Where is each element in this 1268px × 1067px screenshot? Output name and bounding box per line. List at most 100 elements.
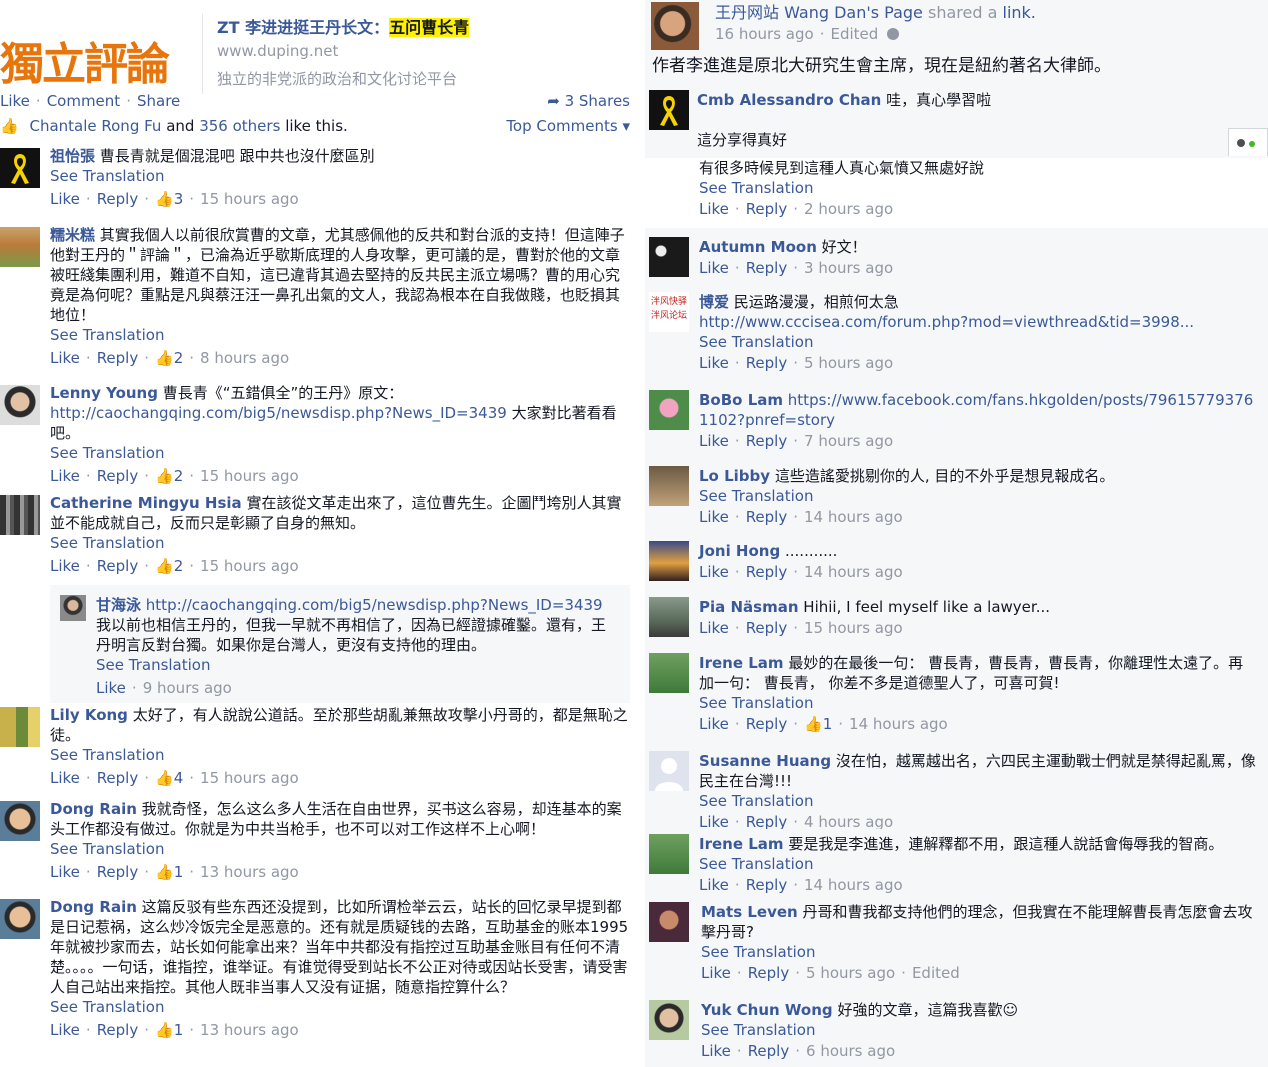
like-link[interactable]: Like [699,813,729,829]
like-link[interactable]: Like [50,1021,80,1039]
reply-link[interactable]: Reply [746,876,788,894]
forum-logo-avatar[interactable]: 泮风快驿 泮风论坛 [649,292,689,332]
like-link[interactable]: Like [50,349,80,367]
portrait-avatar[interactable] [60,595,86,621]
comment-edited[interactable]: Edited [912,964,960,982]
commenter-name[interactable]: Pia Näsman [699,598,799,616]
page-avatar[interactable] [651,2,699,50]
reply-link[interactable]: Reply [97,769,139,787]
commenter-name[interactable]: 祖怡張 [50,147,95,165]
post-comment-link[interactable]: Comment [47,92,121,110]
post-share-link[interactable]: Share [137,92,180,110]
lotus-flower-avatar[interactable] [649,390,689,430]
statue-avatar[interactable] [649,466,689,506]
commenter-name[interactable]: Autumn Moon [699,238,817,256]
portrait-avatar[interactable] [649,902,689,942]
reply-link[interactable]: Reply [97,467,139,485]
portrait-avatar[interactable] [0,899,40,939]
see-translation-link[interactable]: See Translation [96,655,620,675]
book-cover-avatar[interactable] [0,707,40,747]
see-translation-link[interactable]: See Translation [699,486,1258,506]
reply-link[interactable]: Reply [97,863,139,881]
comment-time[interactable]: 8 hours ago [200,349,289,367]
comment-time[interactable]: 7 hours ago [804,432,893,450]
like-link[interactable]: Like [701,1042,731,1060]
liker-name-link[interactable]: Chantale Rong Fu [29,117,161,135]
like-link[interactable]: Like [699,715,729,733]
see-translation-link[interactable]: See Translation [50,166,632,186]
commenter-name[interactable]: Dong Rain [50,898,137,916]
comment-time[interactable]: 15 hours ago [804,619,903,637]
comment-time[interactable]: 4 hours ago [804,813,893,829]
like-link[interactable]: Like [50,467,80,485]
comment-time[interactable]: 6 hours ago [806,1042,895,1060]
reply-link[interactable]: Reply [746,259,788,277]
see-translation-link[interactable]: See Translation [701,942,1258,962]
page-name-link[interactable]: 王丹网站 Wang Dan's Page [715,3,923,22]
like-link[interactable]: Like [50,190,80,208]
comment-time[interactable]: 13 hours ago [200,1021,299,1039]
default-user-avatar[interactable] [649,751,689,791]
like-count[interactable]: 👍3 [155,190,183,208]
like-link[interactable]: Like [699,200,729,218]
night-moon-avatar[interactable] [649,237,689,277]
comment-time[interactable]: 14 hours ago [804,876,903,894]
like-link[interactable]: Like [699,876,729,894]
commenter-name[interactable]: 甘海泳 [96,596,141,614]
commenter-name[interactable]: Cmb Alessandro Chan [697,91,881,109]
see-translation-link[interactable]: See Translation [50,443,632,463]
comment-time[interactable]: 3 hours ago [804,259,893,277]
likes-others-link[interactable]: 356 others [199,117,280,135]
like-link[interactable]: Like [699,354,729,372]
comment-time[interactable]: 14 hours ago [804,508,903,526]
landscape-avatar[interactable] [649,597,689,637]
like-link[interactable]: Like [699,432,729,450]
commenter-name[interactable]: Susanne Huang [699,752,831,770]
like-link[interactable]: Like [701,964,731,982]
like-link[interactable]: Like [96,679,126,697]
reply-link[interactable]: Reply [748,964,790,982]
comment-time[interactable]: 5 hours ago [806,964,895,982]
reply-link[interactable]: Reply [746,432,788,450]
article-preview[interactable]: ZT 李进进挺王丹长文：五问曹长青 www.duping.net 独立的非党派的… [202,14,640,94]
top-comments-dropdown[interactable]: Top Comments ▾ [506,115,630,137]
reply-link[interactable]: Reply [97,190,139,208]
article-logo[interactable]: 獨立評論 [0,36,195,94]
comment-time[interactable]: 15 hours ago [200,467,299,485]
like-link[interactable]: Like [50,769,80,787]
comment-time[interactable]: 14 hours ago [804,563,903,581]
reply-link[interactable]: Reply [748,1042,790,1060]
commenter-name[interactable]: Lily Kong [50,706,128,724]
reply-link[interactable]: Reply [746,619,788,637]
reply-link[interactable]: Reply [97,349,139,367]
like-link[interactable]: Like [50,557,80,575]
post-like-link[interactable]: Like [0,92,30,110]
commenter-name[interactable]: Dong Rain [50,800,137,818]
shared-link[interactable]: link. [1003,3,1036,22]
like-count[interactable]: 👍2 [155,467,183,485]
commenter-name[interactable]: BoBo Lam [699,391,783,409]
see-translation-link[interactable]: See Translation [50,533,632,553]
yellow-ribbon-avatar[interactable] [0,148,40,188]
commenter-name[interactable]: Lo Libby [699,467,770,485]
comment-time[interactable]: 15 hours ago [200,557,299,575]
like-link[interactable]: Like [699,259,729,277]
see-translation-link[interactable]: See Translation [699,693,1258,713]
reply-link[interactable]: Reply [746,200,788,218]
like-count[interactable]: 👍2 [155,557,183,575]
commenter-name[interactable]: Catherine Mingyu Hsia [50,494,242,512]
reply-link[interactable]: Reply [97,1021,139,1039]
commenter-name[interactable]: 糯米糕 [50,226,95,244]
see-translation-link[interactable]: See Translation [699,791,1258,811]
comment-time[interactable]: 14 hours ago [849,715,948,733]
yellow-ribbon-avatar[interactable] [649,90,689,130]
commenter-name[interactable]: Yuk Chun Wong [701,1001,833,1019]
post-edited[interactable]: Edited [830,25,878,43]
sunset-avatar[interactable] [649,541,689,581]
see-translation-link[interactable]: See Translation [50,325,632,345]
comment-url-link[interactable]: http://www.cccisea.com/forum.php?mod=vie… [699,312,1258,332]
commenter-name[interactable]: Lenny Young [50,384,158,402]
like-count[interactable]: 👍4 [155,769,183,787]
like-link[interactable]: Like [699,563,729,581]
chat-widget-tab[interactable] [1228,128,1268,156]
